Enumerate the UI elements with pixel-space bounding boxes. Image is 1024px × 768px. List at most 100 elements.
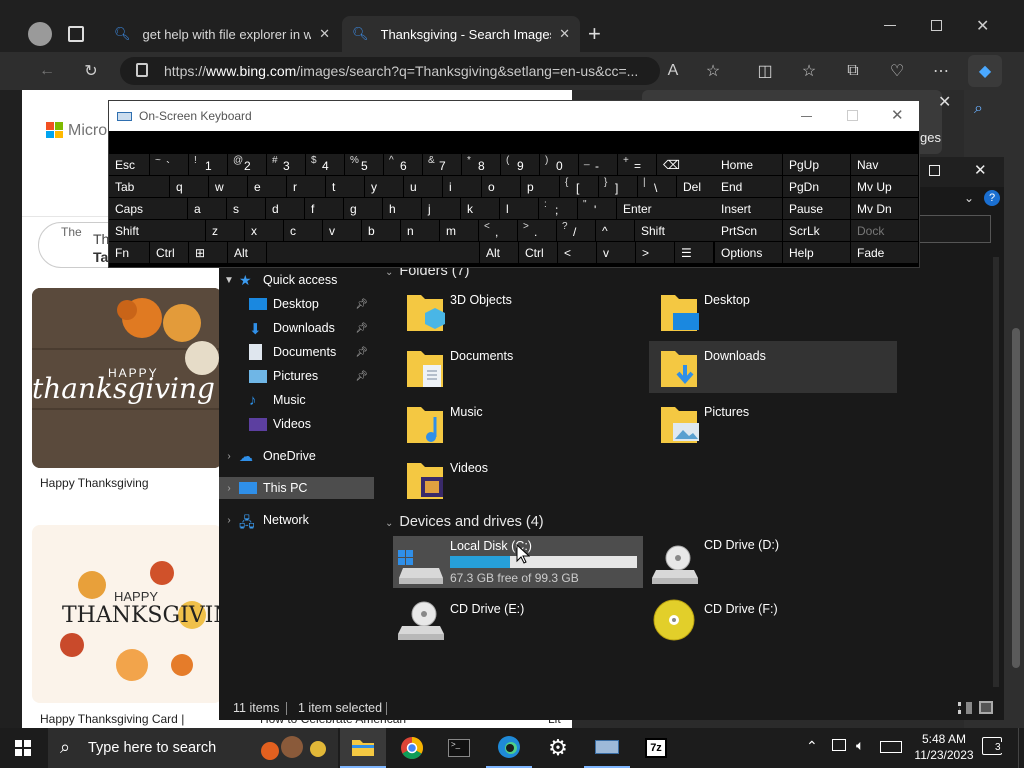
osk-key-n[interactable]: n (401, 220, 439, 241)
terminal-taskbar-icon[interactable]: >_ (436, 728, 482, 768)
large-icons-view-icon[interactable] (979, 701, 993, 714)
osk-key-alt[interactable]: Alt (228, 242, 266, 263)
nav-quick-access[interactable]: ▼ ★ Quick access (219, 269, 374, 291)
osk-key-help[interactable]: Help (783, 242, 850, 263)
nav-onedrive[interactable]: › ☁ OneDrive (219, 445, 374, 467)
osk-key-<[interactable]: < (558, 242, 596, 263)
osk-key-7[interactable]: & 7 (423, 154, 461, 175)
osk-key-pgdn[interactable]: PgDn (783, 176, 850, 197)
volume-muted-icon[interactable]: 🔈︎ (856, 737, 864, 754)
folder-videos[interactable]: Videos (395, 453, 640, 505)
back-icon[interactable]: ← (32, 57, 62, 85)
maximize-icon[interactable] (931, 20, 942, 31)
osk-key-2[interactable]: @2 (228, 154, 266, 175)
close-tab-icon[interactable]: ✕ (559, 26, 570, 42)
nav-videos[interactable]: Videos (219, 413, 374, 435)
osk-key-nav[interactable]: Nav (851, 154, 918, 175)
nav-documents[interactable]: Documents 📌︎ (219, 341, 374, 363)
drive-f[interactable]: CD Drive (F:) (649, 596, 894, 648)
osk-key-x[interactable]: x (245, 220, 283, 241)
osk-key-prtscn[interactable]: PrtScn (715, 220, 782, 241)
search-icon[interactable]: ⌕ (974, 100, 983, 118)
close-tab-icon[interactable]: ✕ (319, 26, 330, 42)
osk-key-⌫[interactable]: ⌫ (657, 154, 721, 175)
osk-key-☰[interactable]: ☰ (675, 242, 713, 263)
folder-desktop[interactable]: Desktop (649, 285, 894, 337)
osk-key-fn[interactable]: Fn (109, 242, 149, 263)
osk-key-5[interactable]: % 5 (345, 154, 383, 175)
osk-key-a[interactable]: a (188, 198, 226, 219)
nav-music[interactable]: ♪ Music (219, 389, 374, 411)
osk-key-0[interactable]: ) 0 (540, 154, 578, 175)
minimize-icon[interactable] (801, 116, 812, 117)
osk-key-k[interactable]: k (461, 198, 499, 219)
osk-key-'[interactable]: " ' (578, 198, 616, 219)
osk-key-p[interactable]: p (521, 176, 559, 197)
tab-actions-icon[interactable] (68, 26, 84, 42)
osk-key-^[interactable]: ^ (596, 220, 634, 241)
folder-3d-objects[interactable]: 3D Objects (395, 285, 640, 337)
osk-key-shift[interactable]: Shift (635, 220, 725, 241)
chrome-taskbar-icon[interactable] (389, 728, 435, 768)
close-panel-icon[interactable]: ✕ (938, 92, 951, 112)
osk-key-shift[interactable]: Shift (109, 220, 205, 241)
osk-key-insert[interactable]: Insert (715, 198, 782, 219)
osk-taskbar-icon[interactable] (584, 728, 630, 768)
osk-key-w[interactable]: w (209, 176, 247, 197)
osk-key-z[interactable]: z (206, 220, 244, 241)
osk-key-,[interactable]: <, (479, 220, 517, 241)
folder-downloads[interactable]: Downloads (649, 341, 897, 393)
close-window-icon[interactable]: ✕ (891, 106, 904, 124)
tab-thanksgiving-images[interactable]: 🔍︎ Thanksgiving - Search Images ✕ (342, 16, 580, 52)
expand-ribbon-icon[interactable]: ⌄ (964, 191, 974, 205)
osk-key-q[interactable]: q (170, 176, 208, 197)
drive-d[interactable]: CD Drive (D:) (649, 538, 894, 592)
read-aloud-icon[interactable]: A (658, 57, 688, 85)
collections-icon[interactable]: ⧉ (838, 57, 868, 85)
osk-key-u[interactable]: u (404, 176, 442, 197)
image-caption[interactable]: Happy Thanksgiving Card | (40, 712, 184, 726)
image-caption[interactable]: Happy Thanksgiving (40, 476, 149, 490)
start-button[interactable] (0, 728, 46, 768)
osk-key-⊞[interactable]: ⊞ (189, 242, 227, 263)
osk-key-o[interactable]: o (482, 176, 520, 197)
folder-music[interactable]: Music (395, 397, 640, 449)
network-status-icon[interactable] (832, 739, 846, 751)
drives-section-header[interactable]: ⌄ Devices and drives (4) (385, 514, 544, 530)
nav-pictures[interactable]: Pictures 📌︎ (219, 365, 374, 387)
osk-key-4[interactable]: $4 (306, 154, 344, 175)
osk-key-1[interactable]: ! 1 (189, 154, 227, 175)
osk-key-caps[interactable]: Caps (109, 198, 187, 219)
osk-key-ctrl[interactable]: Ctrl (519, 242, 557, 263)
maximize-icon[interactable] (929, 165, 940, 176)
osk-key-][interactable]: }] (599, 176, 637, 197)
show-hidden-icons-icon[interactable]: ⌃ (806, 738, 818, 755)
folder-pictures[interactable]: Pictures (649, 397, 894, 449)
sidebar-scrollbar[interactable] (1012, 328, 1020, 668)
nav-network[interactable]: › 🖧︎ Network (219, 509, 374, 531)
osk-key-pgup[interactable]: PgUp (783, 154, 850, 175)
file-explorer-taskbar-icon[interactable] (340, 728, 386, 768)
osk-key-mv-dn[interactable]: Mv Dn (851, 198, 918, 219)
osk-key-v[interactable]: v (323, 220, 361, 241)
split-screen-icon[interactable]: ◫ (750, 57, 780, 85)
details-view-icon[interactable] (958, 702, 972, 714)
drive-e[interactable]: CD Drive (E:) (395, 596, 640, 648)
osk-key-i[interactable]: i (443, 176, 481, 197)
minimize-icon[interactable] (884, 25, 896, 26)
address-bar[interactable]: https://www.bing.com/images/search?q=Tha… (120, 57, 660, 85)
osk-key-fade[interactable]: Fade (851, 242, 918, 263)
osk-key-mv-up[interactable]: Mv Up (851, 176, 918, 197)
osk-key-9[interactable]: (9 (501, 154, 539, 175)
favorite-star-icon[interactable]: ☆ (698, 57, 728, 85)
close-window-icon[interactable]: ✕ (974, 161, 987, 179)
clock-date[interactable]: 11/23/2023 (910, 748, 978, 762)
osk-key->[interactable]: > (636, 242, 674, 263)
osk-key-3[interactable]: #3 (267, 154, 305, 175)
osk-key-b[interactable]: b (362, 220, 400, 241)
settings-taskbar-icon[interactable]: ⚙ (535, 728, 581, 768)
osk-key-d[interactable]: d (266, 198, 304, 219)
profile-avatar[interactable] (28, 22, 52, 46)
osk-key-`[interactable]: ~ ` (150, 154, 188, 175)
osk-key-h[interactable]: h (383, 198, 421, 219)
